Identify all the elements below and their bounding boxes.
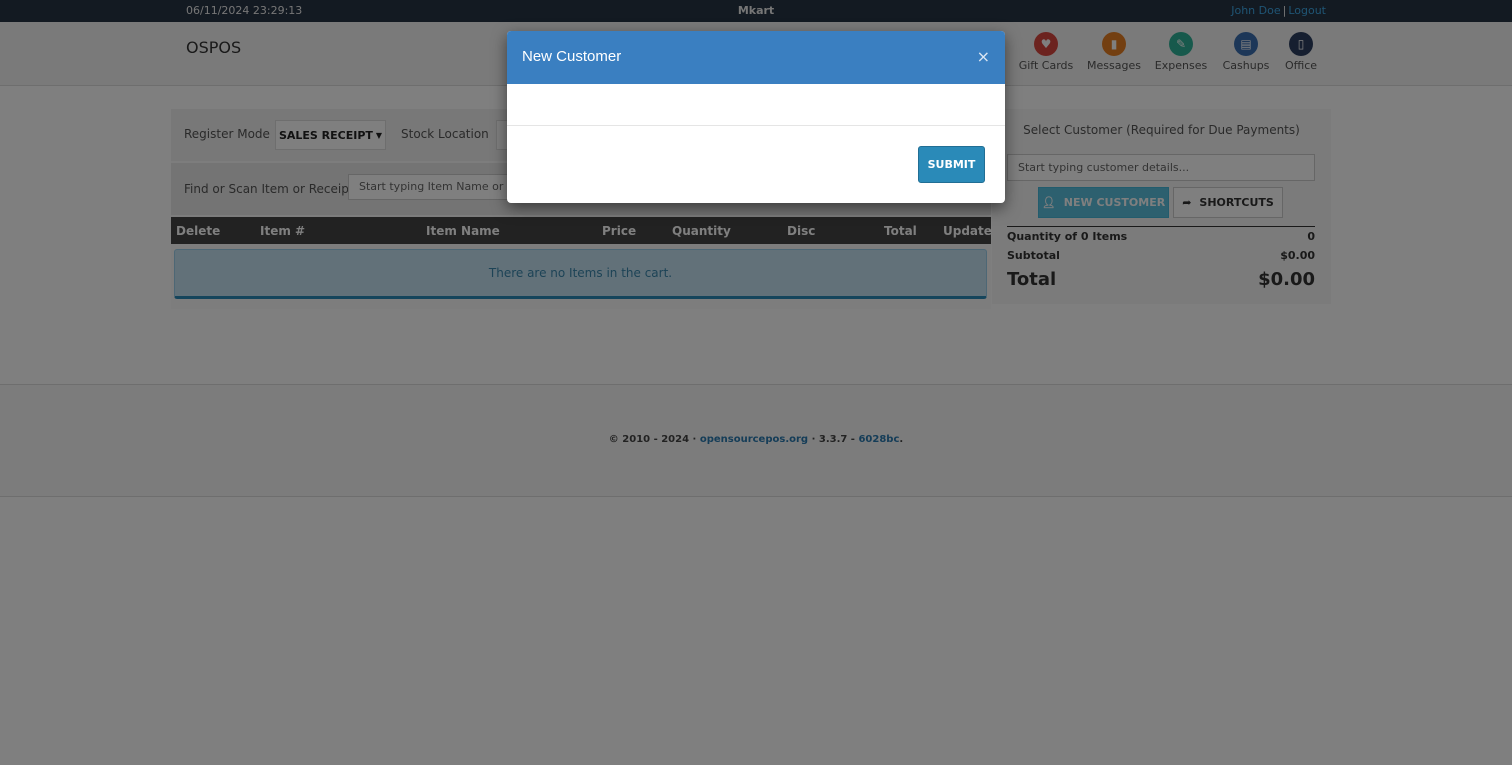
- modal-title: New Customer: [522, 48, 622, 65]
- new-customer-modal: New Customer × SUBMIT: [507, 31, 1005, 203]
- modal-body: [507, 84, 1005, 126]
- submit-button[interactable]: SUBMIT: [918, 146, 985, 183]
- modal-header: New Customer ×: [507, 31, 1005, 84]
- close-icon[interactable]: ×: [977, 47, 990, 66]
